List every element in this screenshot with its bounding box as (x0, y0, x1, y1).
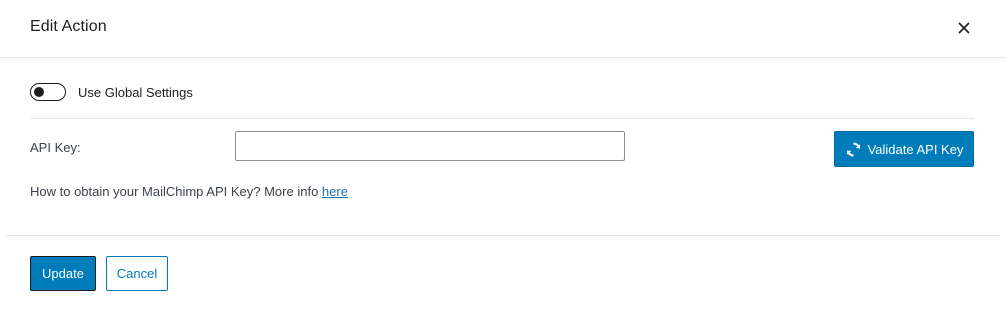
cancel-button[interactable]: Cancel (106, 256, 168, 291)
modal-title: Edit Action (30, 18, 107, 35)
refresh-icon (846, 141, 860, 157)
api-key-input[interactable] (235, 131, 625, 161)
close-button[interactable] (952, 16, 976, 40)
global-settings-label: Use Global Settings (78, 84, 193, 100)
more-info-link[interactable]: here (322, 184, 348, 199)
footer-divider (6, 235, 1000, 236)
edit-action-modal: Edit Action Use Global Settings API Key:… (0, 0, 1006, 310)
validate-api-key-button[interactable]: Validate API Key (834, 131, 974, 167)
global-settings-toggle[interactable] (30, 83, 66, 101)
help-text-body: How to obtain your MailChimp API Key? Mo… (30, 184, 322, 199)
global-settings-row: Use Global Settings (30, 82, 193, 102)
divider (30, 118, 974, 119)
validate-button-label: Validate API Key (867, 141, 964, 157)
update-button[interactable]: Update (30, 256, 96, 291)
toggle-knob (34, 87, 44, 97)
api-key-label: API Key: (30, 140, 81, 155)
modal-header: Edit Action (0, 0, 1006, 58)
close-icon (958, 22, 970, 34)
help-text: How to obtain your MailChimp API Key? Mo… (30, 184, 348, 199)
